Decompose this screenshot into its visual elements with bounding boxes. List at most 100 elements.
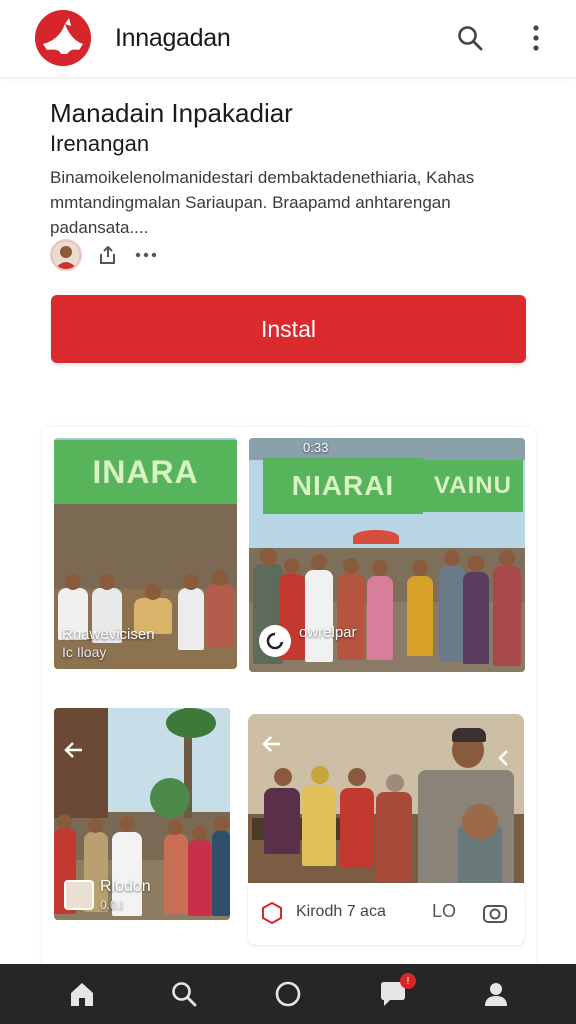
- search-button[interactable]: [452, 20, 488, 56]
- person: [367, 576, 393, 660]
- person-head: [444, 550, 460, 566]
- author-avatar[interactable]: [50, 239, 82, 271]
- person-head: [412, 560, 428, 576]
- person: [439, 566, 465, 662]
- person-head: [386, 774, 404, 792]
- photo-4-footer: Kirodh 7 aca LO: [248, 883, 524, 945]
- overflow-menu-button[interactable]: [518, 20, 554, 56]
- nav-profile[interactable]: [481, 979, 511, 1009]
- person-head: [462, 804, 498, 840]
- person: [493, 566, 521, 666]
- person-head: [311, 554, 327, 570]
- nav-messages[interactable]: !: [378, 973, 416, 1009]
- person-head: [284, 558, 300, 574]
- person-head: [348, 768, 366, 786]
- back-arrow-button[interactable]: [260, 732, 284, 756]
- photo-caption: Rlodon: [100, 878, 151, 895]
- chevron-left-icon: [498, 750, 508, 766]
- person-head: [214, 816, 229, 831]
- hexagon-icon: [262, 901, 282, 925]
- person: [164, 834, 188, 914]
- person-head: [260, 548, 277, 565]
- umbrella: [353, 530, 399, 544]
- person-head: [183, 574, 199, 590]
- person-head: [212, 570, 228, 586]
- gallery-photo-1[interactable]: INARA Rnawevicisen Ic Iloay: [54, 438, 237, 669]
- more-horizontal-icon: [135, 252, 157, 258]
- more-options-button[interactable]: [134, 243, 158, 267]
- person-head: [57, 814, 72, 829]
- footer-text: Kirodh 7 aca: [296, 903, 386, 920]
- nav-home[interactable]: [67, 979, 97, 1009]
- person-head: [119, 816, 135, 832]
- person: [212, 830, 230, 916]
- nav-search[interactable]: [169, 979, 199, 1009]
- more-vertical-icon: [533, 25, 539, 51]
- gallery-photo-2[interactable]: 0:33 NIARAI VAINU owrelpar: [249, 438, 525, 672]
- status-bar: [249, 438, 525, 460]
- person-head: [99, 574, 115, 590]
- person-head: [168, 820, 183, 835]
- gallery-photo-3[interactable]: Rlodon 0.0.l: [54, 708, 230, 920]
- building: [54, 504, 237, 594]
- cap: [452, 728, 486, 742]
- person: [206, 584, 234, 648]
- person: [463, 572, 489, 664]
- person: [178, 588, 204, 650]
- post-meta-row: [50, 238, 158, 272]
- circle-logo-icon: [266, 632, 284, 650]
- back-arrow-button[interactable]: [62, 738, 86, 762]
- camera-icon: [483, 905, 507, 923]
- notification-badge: !: [400, 973, 416, 989]
- tree: [150, 778, 190, 818]
- photo-caption-sub: Ic Iloay: [62, 644, 107, 660]
- gallery-photo-4[interactable]: [248, 714, 524, 884]
- person-head: [65, 574, 81, 590]
- person: [407, 576, 433, 656]
- post-subtitle: Irenangan: [50, 131, 150, 156]
- person-head: [343, 558, 359, 574]
- event-banner: NIARAI: [263, 458, 423, 514]
- person-head: [311, 766, 329, 784]
- photo-caption: Rnawevicisen: [62, 626, 155, 643]
- prev-button[interactable]: [494, 748, 514, 768]
- footer-badge: LO: [432, 901, 457, 921]
- install-button[interactable]: Instal: [51, 295, 526, 363]
- profile-icon: [485, 983, 507, 1006]
- person: [340, 788, 374, 868]
- share-button[interactable]: [96, 243, 120, 267]
- cube-icon-button[interactable]: [260, 901, 284, 925]
- home-icon: [71, 983, 93, 1006]
- share-icon: [100, 245, 115, 264]
- channel-thumbnail[interactable]: [64, 880, 94, 910]
- nav-create[interactable]: [273, 979, 303, 1009]
- photo-caption-sub: 0.0.l: [100, 898, 123, 912]
- photo-caption: owrelpar: [299, 624, 357, 641]
- person: [337, 574, 365, 660]
- person: [264, 788, 300, 854]
- circle-icon: [275, 981, 301, 1007]
- house: [54, 708, 108, 818]
- person-head: [274, 768, 292, 786]
- person: [305, 570, 333, 662]
- search-icon: [458, 26, 483, 51]
- person: [188, 840, 212, 916]
- person-head: [468, 556, 484, 572]
- person-head: [372, 560, 388, 576]
- search-icon: [172, 982, 197, 1007]
- post-title: Manadain Inpakadiar: [50, 98, 293, 128]
- person: [302, 786, 336, 866]
- channel-avatar[interactable]: [259, 625, 291, 657]
- camera-button[interactable]: [482, 901, 508, 925]
- event-banner: INARA: [54, 440, 237, 504]
- arrow-left-icon: [262, 736, 280, 752]
- event-banner-right: VAINU: [423, 460, 523, 512]
- status-time: 0:33: [303, 440, 329, 455]
- palm-leaves: [166, 708, 216, 738]
- logo-mark-icon: [35, 10, 91, 66]
- person-icon: [52, 241, 80, 269]
- person-head: [145, 584, 161, 600]
- post-description: Binamoikelenolmanidestari dembaktadeneth…: [50, 168, 475, 237]
- bottom-navigation: !: [0, 964, 576, 1024]
- arrow-left-icon: [64, 742, 82, 758]
